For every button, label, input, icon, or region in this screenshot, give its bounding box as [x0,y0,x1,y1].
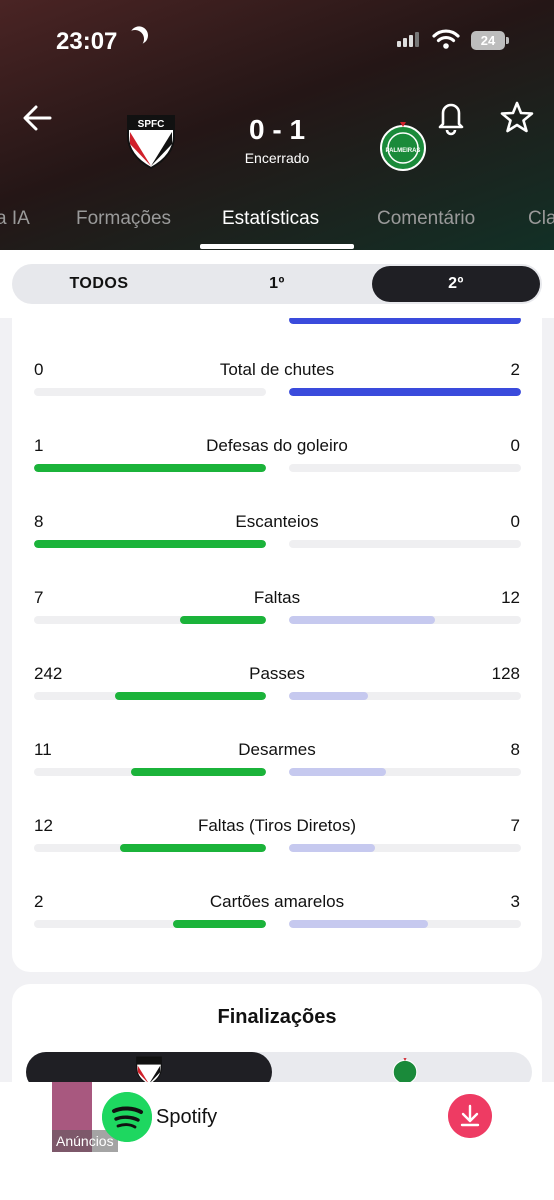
stat-away-bar [289,844,375,852]
stat-away-track [289,616,521,624]
period-second-half-button[interactable]: 2º [372,266,540,302]
stat-row: 11 Desarmes 8 [12,740,542,800]
stat-home-track [34,388,266,396]
tab-formacoes[interactable]: Formações [76,208,171,230]
stat-label: Defesas do goleiro [206,436,348,455]
stat-away-value: 7 [510,816,520,835]
stat-away-track [289,844,521,852]
stat-row: 242 Passes 128 [12,664,542,724]
stat-away-bar [289,388,521,396]
stat-label: Passes [249,664,305,683]
stat-away-bar [289,616,436,624]
back-arrow-icon[interactable] [18,98,58,138]
match-header: 23:07 24 SPFC 0 - 1 Encerrado PALMEIRAS … [0,0,554,250]
stat-home-value: 12 [34,816,53,835]
home-team-crest[interactable]: SPFC [126,114,176,170]
download-icon[interactable] [448,1094,492,1138]
stat-home-track [34,692,266,700]
stat-away-value: 8 [510,740,520,759]
stat-home-bar [180,616,266,624]
stat-away-track [289,692,521,700]
stat-label: Cartões amarelos [209,892,345,911]
stat-home-value: 11 [34,740,52,759]
stat-away-bar [289,768,387,776]
active-tab-indicator [200,244,354,249]
star-favorite-icon[interactable] [498,98,536,136]
previous-stat-away-bar [289,318,521,324]
stat-away-value: 3 [510,892,520,911]
svg-text:PALMEIRAS: PALMEIRAS [386,148,421,154]
stat-row: 7 Faltas 12 [12,588,542,648]
stat-label: Escanteios [235,512,319,531]
stat-home-track [34,920,266,928]
stat-home-bar [34,540,266,548]
wifi-icon [432,29,460,49]
stat-home-value: 1 [34,436,44,455]
stat-home-track [34,464,266,472]
stat-home-value: 242 [34,664,63,683]
stat-home-value: 2 [34,892,44,911]
stat-away-track [289,768,521,776]
tab-ia[interactable]: a IA [0,208,30,230]
stat-away-bar [289,920,429,928]
stat-label: Total de chutes [219,360,335,379]
status-time: 23:07 [56,28,118,55]
stat-home-track [34,540,266,548]
stat-away-value: 0 [510,436,520,455]
period-todos-button[interactable]: TODOS [14,266,184,302]
ad-banner[interactable]: Anúncios Spotify [0,1082,554,1200]
match-status: Encerrado [244,150,310,166]
stat-home-track [34,768,266,776]
stat-home-bar [131,768,266,776]
stat-away-track [289,540,521,548]
stat-away-bar [289,692,368,700]
stat-label: Faltas [253,588,301,607]
stat-home-value: 0 [34,360,44,379]
stat-home-value: 7 [34,588,44,607]
stat-label: Desarmes [238,740,316,759]
cellular-signal-icon [397,32,419,47]
battery-indicator: 24 [471,31,509,50]
stat-home-track [34,844,266,852]
stat-row: 8 Escanteios 0 [12,512,542,572]
stat-row: 1 Defesas do goleiro 0 [12,436,542,496]
stat-away-value: 2 [510,360,520,379]
stat-away-value: 0 [510,512,520,531]
stat-row: 2 Cartões amarelos 3 [12,892,542,952]
tab-estatisticas[interactable]: Estatísticas [222,208,319,230]
svg-text:SPFC: SPFC [138,119,165,130]
stat-away-track [289,464,521,472]
stat-home-value: 8 [34,512,44,531]
stat-away-track [289,388,521,396]
stat-home-bar [34,464,266,472]
stat-home-bar [173,920,266,928]
tab-classificacao[interactable]: Cla [528,208,554,230]
match-tabs: a IA Formações Estatísticas Comentário C… [0,200,554,250]
tab-comentario[interactable]: Comentário [377,208,475,230]
stat-row: 0 Total de chutes 2 [12,360,542,420]
finalizacoes-title: Finalizações [217,1006,337,1028]
stat-away-track [289,920,521,928]
bell-icon[interactable] [434,98,468,136]
stat-row: 12 Faltas (Tiros Diretos) 7 [12,816,542,876]
ad-app-name: Spotify [156,1106,218,1128]
stat-away-value: 128 [491,664,520,683]
stat-home-track [34,616,266,624]
stat-home-bar [119,844,266,852]
stat-away-value: 12 [501,588,520,607]
stats-card: 0 Total de chutes 2 1 Defesas do goleiro 0 8 Es… [12,318,542,972]
stat-label: Faltas (Tiros Diretos) [197,816,357,835]
away-team-crest[interactable]: PALMEIRAS [378,118,428,174]
spotify-logo-icon [102,1092,152,1142]
stat-home-bar [115,692,266,700]
period-filter: TODOS 1º 2º [12,264,542,304]
period-first-half-button[interactable]: 1º [192,266,362,302]
moon-icon [123,27,146,50]
match-score: 0 - 1 [248,114,306,145]
